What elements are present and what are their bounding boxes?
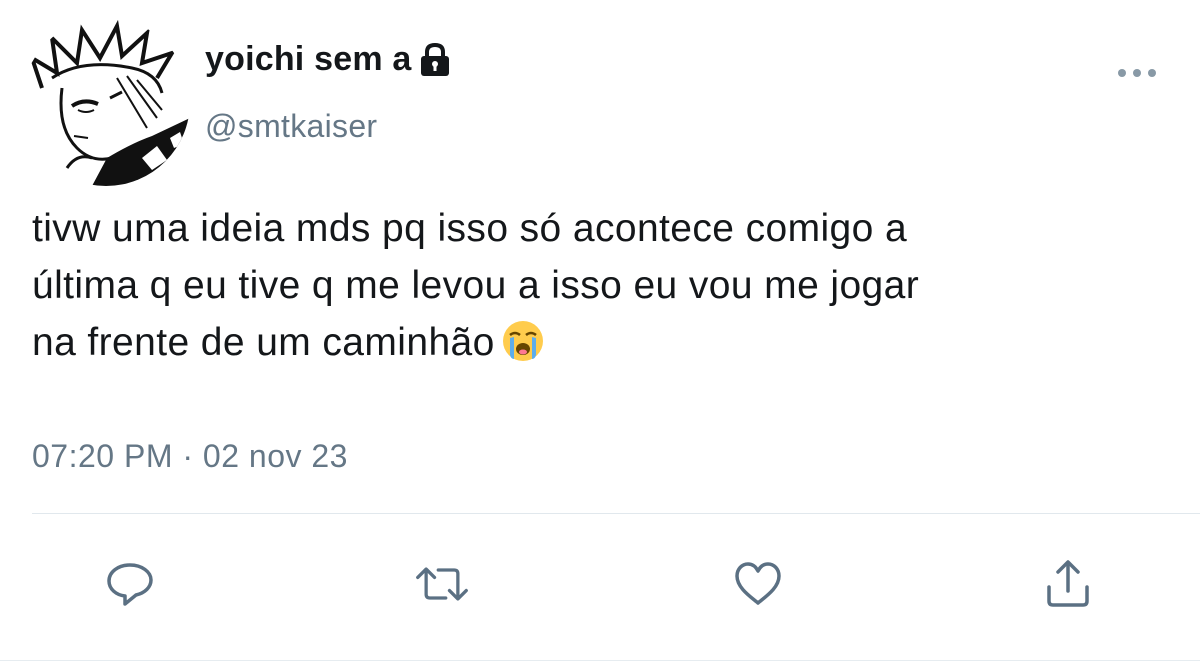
retweet-icon [416,567,468,601]
more-icon[interactable] [1112,58,1162,88]
divider [0,660,1200,661]
tweet-line-with-emoji: na frente de um caminhão [32,314,1182,371]
like-icon [735,562,781,605]
user-handle[interactable]: @smtkaiser [205,108,377,145]
like-button[interactable] [730,556,786,612]
anime-character-avatar [22,18,190,186]
divider [32,513,1200,514]
display-name-text: yoichi sem a [205,40,412,78]
avatar[interactable] [22,18,190,186]
reply-button[interactable] [102,556,158,612]
loudly-crying-face-icon [501,319,545,363]
tweet-text: tivw uma ideia mds pq isso só acontece c… [32,200,1182,371]
retweet-button[interactable] [414,556,470,612]
tweet-line: na frente de um caminhão [32,321,495,364]
tweet-line: última q eu tive q me levou a isso eu vo… [32,264,920,307]
tweet-line: tivw uma ideia mds pq isso só acontece c… [32,207,908,250]
share-button[interactable] [1040,556,1096,612]
tweet-timestamp[interactable]: 07:20 PM · 02 nov 23 [32,438,348,475]
reply-icon [107,563,153,606]
lock-icon [418,42,452,78]
display-name[interactable]: yoichi sem a [205,40,452,79]
share-icon [1047,560,1089,607]
